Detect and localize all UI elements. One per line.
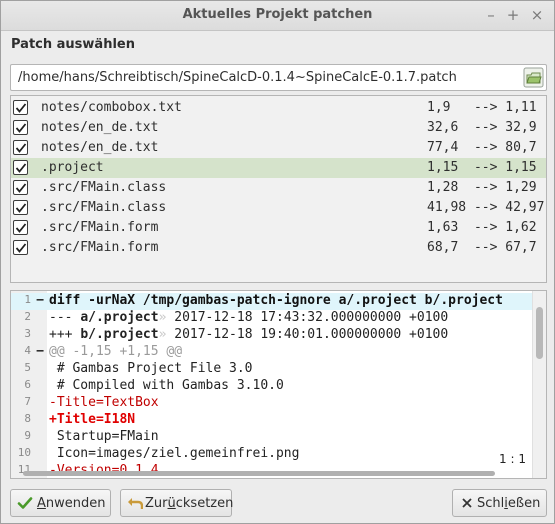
file-list-row[interactable]: notes/en_de.txt 77,4 --> 80,7	[11, 138, 546, 158]
file-list-row[interactable]: .src/FMain.class 41,98 --> 42,97	[11, 198, 546, 218]
diff-line: 4− @@ -1,15 +1,15 @@	[11, 344, 533, 361]
include-checkbox[interactable]	[13, 140, 28, 155]
reset-button-label: Zurücksetzen	[145, 496, 234, 511]
file-name: .src/FMain.form	[41, 220, 159, 235]
minimize-icon[interactable]: –	[482, 6, 500, 24]
line-number: 9	[24, 429, 31, 442]
include-checkbox[interactable]	[13, 160, 28, 175]
apply-button[interactable]: Anwenden	[10, 489, 111, 517]
horizontal-scrollbar[interactable]	[23, 469, 539, 477]
close-icon[interactable]: ×	[528, 6, 546, 24]
title-bar: Aktuelles Projekt patchen – + ×	[1, 1, 554, 31]
file-name: notes/combobox.txt	[41, 100, 182, 115]
line-number: 5	[24, 361, 31, 374]
diff-line-text: # Compiled with Gambas 3.10.0	[49, 378, 284, 393]
patch-path-field[interactable]: /home/hans/Schreibtisch/SpineCalcD-0.1.4…	[10, 64, 547, 91]
open-file-icon[interactable]	[523, 67, 544, 88]
diff-line-text: @@ -1,15 +1,15 @@	[49, 344, 183, 359]
diff-line: 5 # Gambas Project File 3.0	[11, 361, 533, 378]
window-title: Aktuelles Projekt patchen	[182, 7, 373, 22]
file-list-row[interactable]: .src/FMain.form 1,63 --> 1,62	[11, 218, 546, 238]
file-list-row[interactable]: .project 1,15 --> 1,15	[11, 158, 546, 178]
include-checkbox[interactable]	[13, 180, 28, 195]
diff-line: 8 +Title=I18N	[11, 412, 533, 429]
vertical-scrollbar[interactable]	[532, 291, 546, 478]
hunk-range: 1,28 --> 1,29	[427, 180, 537, 195]
diff-line-text: # Gambas Project File 3.0	[49, 361, 253, 376]
diff-line-text: --- a/.project» 2017-12-18 17:43:32.0000…	[49, 310, 449, 325]
diff-viewer[interactable]: 1− diff -urNaX /tmp/gambas-patch-ignore a…	[10, 290, 547, 479]
file-list-row[interactable]: notes/combobox.txt 1,9 --> 1,11	[11, 98, 546, 118]
check-icon	[17, 495, 33, 511]
line-number: 2	[24, 310, 31, 323]
cursor-position: 1 : 1	[497, 452, 528, 466]
diff-line: 3 +++ b/.project» 2017-12-18 19:40:01.000…	[11, 327, 533, 344]
diff-line: 2 --- a/.project» 2017-12-18 17:43:32.000…	[11, 310, 533, 327]
diff-line-text: Startup=FMain	[49, 429, 159, 444]
file-name: .src/FMain.class	[41, 180, 167, 195]
patch-path-value: /home/hans/Schreibtisch/SpineCalcD-0.1.4…	[18, 70, 457, 85]
patch-select-heading: Patch auswählen	[11, 37, 135, 52]
file-name: notes/en_de.txt	[41, 120, 159, 135]
file-name: .src/FMain.form	[41, 240, 159, 255]
hunk-range: 1,9 --> 1,11	[427, 100, 537, 115]
hunk-range: 1,63 --> 1,62	[427, 220, 537, 235]
hunk-range: 77,4 --> 80,7	[427, 140, 537, 155]
file-list-row[interactable]: .src/FMain.form 68,7 --> 67,7	[11, 238, 546, 258]
line-number: 4	[24, 344, 31, 357]
line-number: 10	[17, 446, 31, 459]
diff-line: 7 -Title=TextBox	[11, 395, 533, 412]
line-number: 8	[24, 412, 31, 425]
close-x-icon	[459, 495, 475, 511]
file-name: notes/en_de.txt	[41, 140, 159, 155]
apply-button-label: Anwenden	[37, 496, 106, 511]
diff-line: 1− diff -urNaX /tmp/gambas-patch-ignore a…	[11, 293, 533, 310]
line-number: 6	[24, 378, 31, 391]
hunk-range: 41,98 --> 42,97	[427, 200, 545, 215]
vertical-scroll-thumb[interactable]	[536, 307, 543, 359]
file-name: .project	[41, 160, 104, 175]
diff-line-text: Icon=images/ziel.gemeinfrei.png	[49, 446, 300, 461]
undo-icon	[127, 495, 144, 511]
include-checkbox[interactable]	[13, 120, 28, 135]
patch-file-list[interactable]: notes/combobox.txt 1,9 --> 1,11 notes/en_d…	[10, 95, 547, 283]
include-checkbox[interactable]	[13, 200, 28, 215]
diff-line: 6 # Compiled with Gambas 3.10.0	[11, 378, 533, 395]
reset-button[interactable]: Zurücksetzen	[120, 489, 234, 517]
file-list-row[interactable]: .src/FMain.class 1,28 --> 1,29	[11, 178, 546, 198]
maximize-icon[interactable]: +	[504, 6, 522, 24]
line-number: 7	[24, 395, 31, 408]
horizontal-scroll-thumb[interactable]	[23, 471, 495, 476]
fold-toggle-icon[interactable]: −	[35, 293, 45, 308]
include-checkbox[interactable]	[13, 100, 28, 115]
diff-line-text: -Title=TextBox	[49, 395, 159, 410]
include-checkbox[interactable]	[13, 240, 28, 255]
line-number: 3	[24, 327, 31, 340]
hunk-range: 68,7 --> 67,7	[427, 240, 537, 255]
diff-line: 9 Startup=FMain	[11, 429, 533, 446]
file-name: .src/FMain.class	[41, 200, 167, 215]
hunk-range: 32,6 --> 32,9	[427, 120, 537, 135]
file-list-row[interactable]: notes/en_de.txt 32,6 --> 32,9	[11, 118, 546, 138]
diff-line-text: +++ b/.project» 2017-12-18 19:40:01.0000…	[49, 327, 449, 342]
diff-line-text: +Title=I18N	[49, 412, 136, 427]
close-button-label: Schließen	[477, 496, 541, 511]
line-number: 1	[24, 293, 31, 306]
include-checkbox[interactable]	[13, 220, 28, 235]
diff-line: 10 Icon=images/ziel.gemeinfrei.png	[11, 446, 533, 463]
diff-line-text: diff -urNaX /tmp/gambas-patch-ignore a/.…	[49, 293, 503, 308]
patch-dialog-window: Aktuelles Projekt patchen – + × Patch au…	[0, 0, 555, 524]
close-button[interactable]: Schließen	[452, 489, 547, 517]
hunk-range: 1,15 --> 1,15	[427, 160, 537, 175]
fold-toggle-icon[interactable]: −	[35, 344, 45, 359]
